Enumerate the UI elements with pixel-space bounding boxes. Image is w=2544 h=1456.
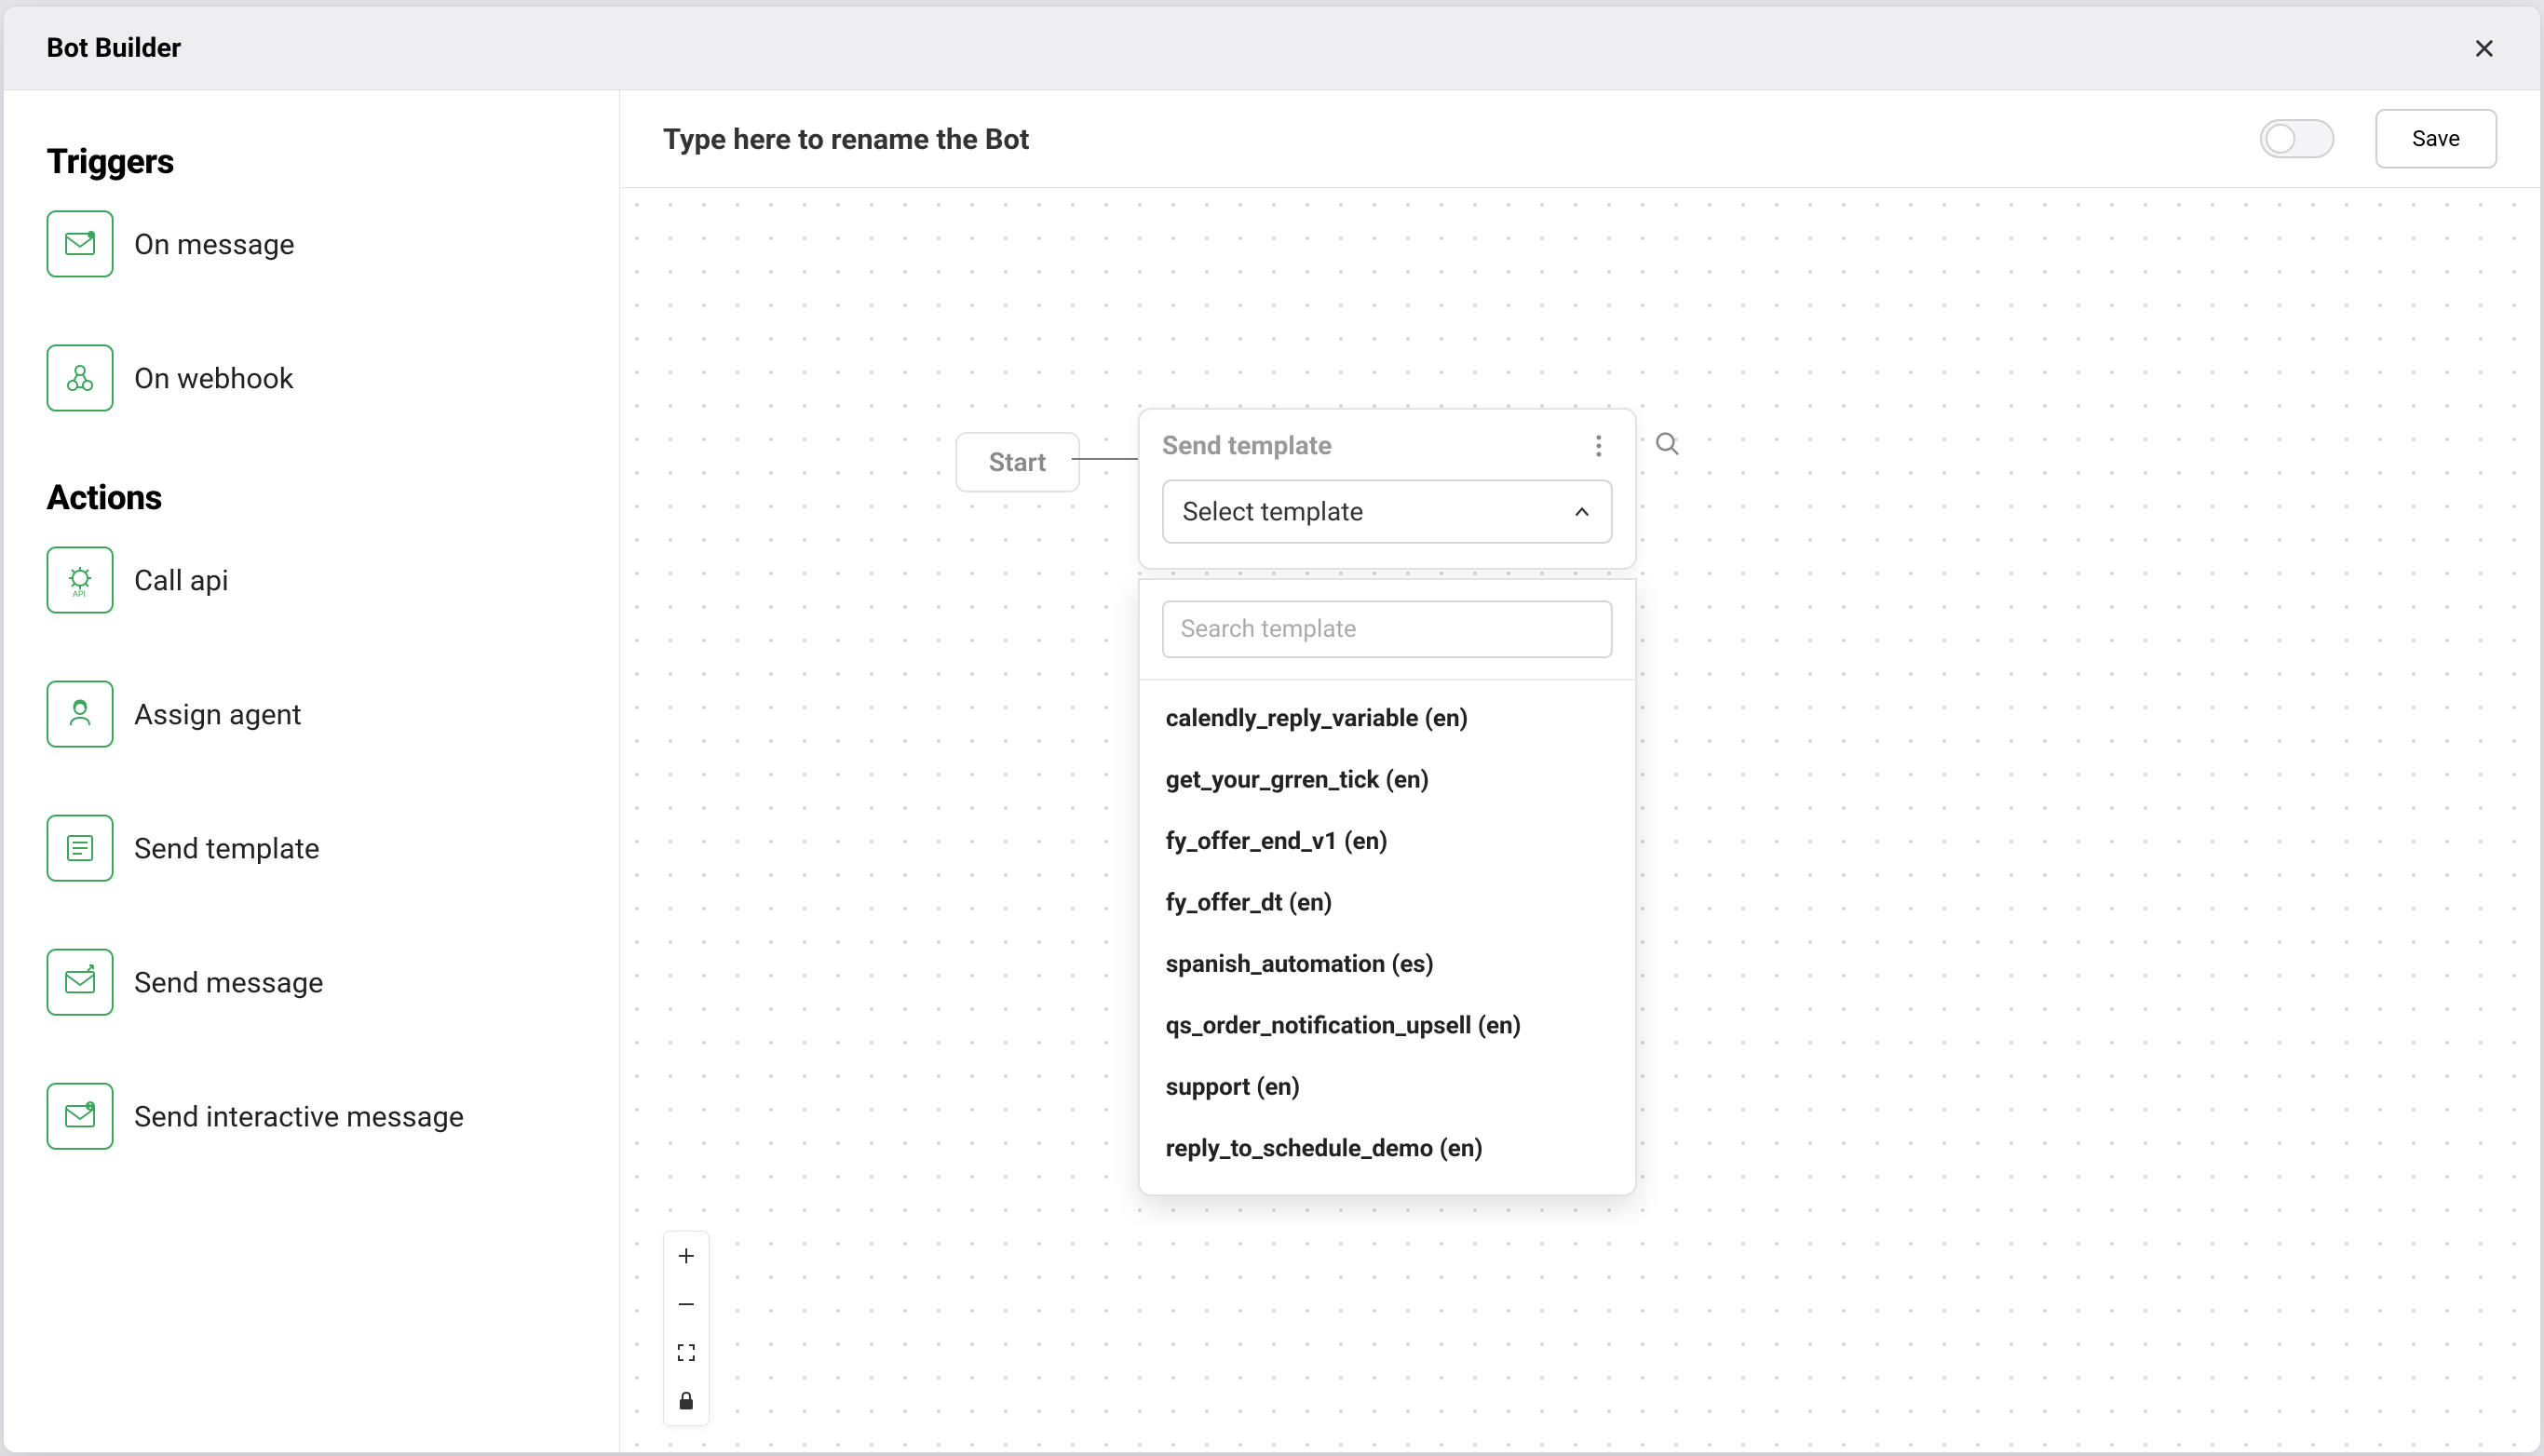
dropdown-item[interactable]: spanish_automation (es) (1140, 934, 1635, 995)
chevron-up-icon (1572, 502, 1592, 522)
action-label: Call api (134, 563, 229, 598)
zoom-in-button[interactable] (664, 1232, 709, 1280)
start-node[interactable]: Start (955, 432, 1080, 492)
rename-bar: Save (620, 90, 2540, 188)
bot-builder-modal: Bot Builder Triggers On message (3, 6, 2541, 1453)
template-icon (47, 815, 114, 882)
action-assign-agent[interactable]: Assign agent (47, 681, 576, 748)
trigger-label: On message (134, 227, 294, 262)
send-message-icon (47, 949, 114, 1016)
sidebar: Triggers On message On webhook Actions (4, 90, 620, 1452)
trigger-on-webhook[interactable]: On webhook (47, 344, 576, 411)
expand-icon (675, 1341, 697, 1364)
close-icon (2471, 35, 2497, 61)
trigger-on-message[interactable]: On message (47, 210, 576, 277)
actions-heading: Actions (47, 479, 576, 519)
webhook-icon (47, 344, 114, 411)
interactive-message-icon (47, 1083, 114, 1150)
modal-header: Bot Builder (4, 7, 2540, 90)
kebab-icon (1596, 435, 1602, 457)
api-icon: API (47, 546, 114, 613)
canvas-controls (663, 1231, 710, 1426)
action-label: Assign agent (134, 697, 302, 732)
node-title: Send template (1162, 430, 1332, 461)
fit-view-button[interactable] (664, 1328, 709, 1377)
lock-button[interactable] (664, 1377, 709, 1425)
minus-icon (675, 1293, 697, 1315)
action-send-template[interactable]: Send template (47, 815, 576, 882)
message-icon (47, 210, 114, 277)
svg-text:API: API (73, 590, 86, 599)
trigger-label: On webhook (134, 361, 293, 396)
modal-title: Bot Builder (47, 33, 182, 64)
template-select[interactable]: Select template (1162, 479, 1613, 544)
dropdown-item[interactable]: support (en) (1140, 1057, 1635, 1118)
action-send-message[interactable]: Send message (47, 949, 576, 1016)
template-dropdown: calendly_reply_variable (en) get_your_gr… (1138, 578, 1637, 1196)
dropdown-item[interactable]: qs_order_notification_upsell (en) (1140, 995, 1635, 1057)
agent-icon (47, 681, 114, 748)
node-connector (1072, 458, 1146, 460)
magnifier-icon (1654, 430, 1682, 458)
send-template-node[interactable]: Send template Select template (1138, 408, 1637, 570)
action-send-interactive-message[interactable]: Send interactive message (47, 1083, 576, 1150)
action-label: Send template (134, 831, 319, 866)
bot-name-input[interactable] (663, 122, 2260, 156)
dropdown-item[interactable]: reply_to_schedule_demo (en) (1140, 1118, 1635, 1180)
lock-icon (675, 1390, 697, 1412)
dropdown-item[interactable]: fy_offer_dt (en) (1140, 872, 1635, 934)
triggers-heading: Triggers (47, 142, 576, 182)
action-call-api[interactable]: API Call api (47, 546, 576, 613)
plus-icon (675, 1245, 697, 1267)
action-label: Send message (134, 965, 323, 1000)
close-button[interactable] (2464, 28, 2505, 69)
action-label: Send interactive message (134, 1099, 464, 1134)
node-header: Send template (1162, 430, 1613, 461)
node-zoom-button[interactable] (1654, 430, 1682, 462)
node-menu-button[interactable] (1585, 432, 1613, 460)
enable-toggle[interactable] (2260, 119, 2334, 158)
zoom-out-button[interactable] (664, 1280, 709, 1328)
dropdown-item[interactable]: get_your_grren_tick (en) (1140, 749, 1635, 811)
dropdown-item[interactable]: fy_offer_end_v1 (en) (1140, 811, 1635, 872)
select-label: Select template (1183, 496, 1363, 527)
flow-canvas[interactable]: Start Send template Select template (620, 188, 2540, 1452)
template-search-input[interactable] (1162, 600, 1613, 658)
save-button[interactable]: Save (2375, 109, 2497, 169)
toggle-knob (2266, 124, 2295, 154)
dropdown-item[interactable]: calendly_reply_variable (en) (1140, 688, 1635, 749)
dropdown-list: calendly_reply_variable (en) get_your_gr… (1140, 681, 1635, 1194)
